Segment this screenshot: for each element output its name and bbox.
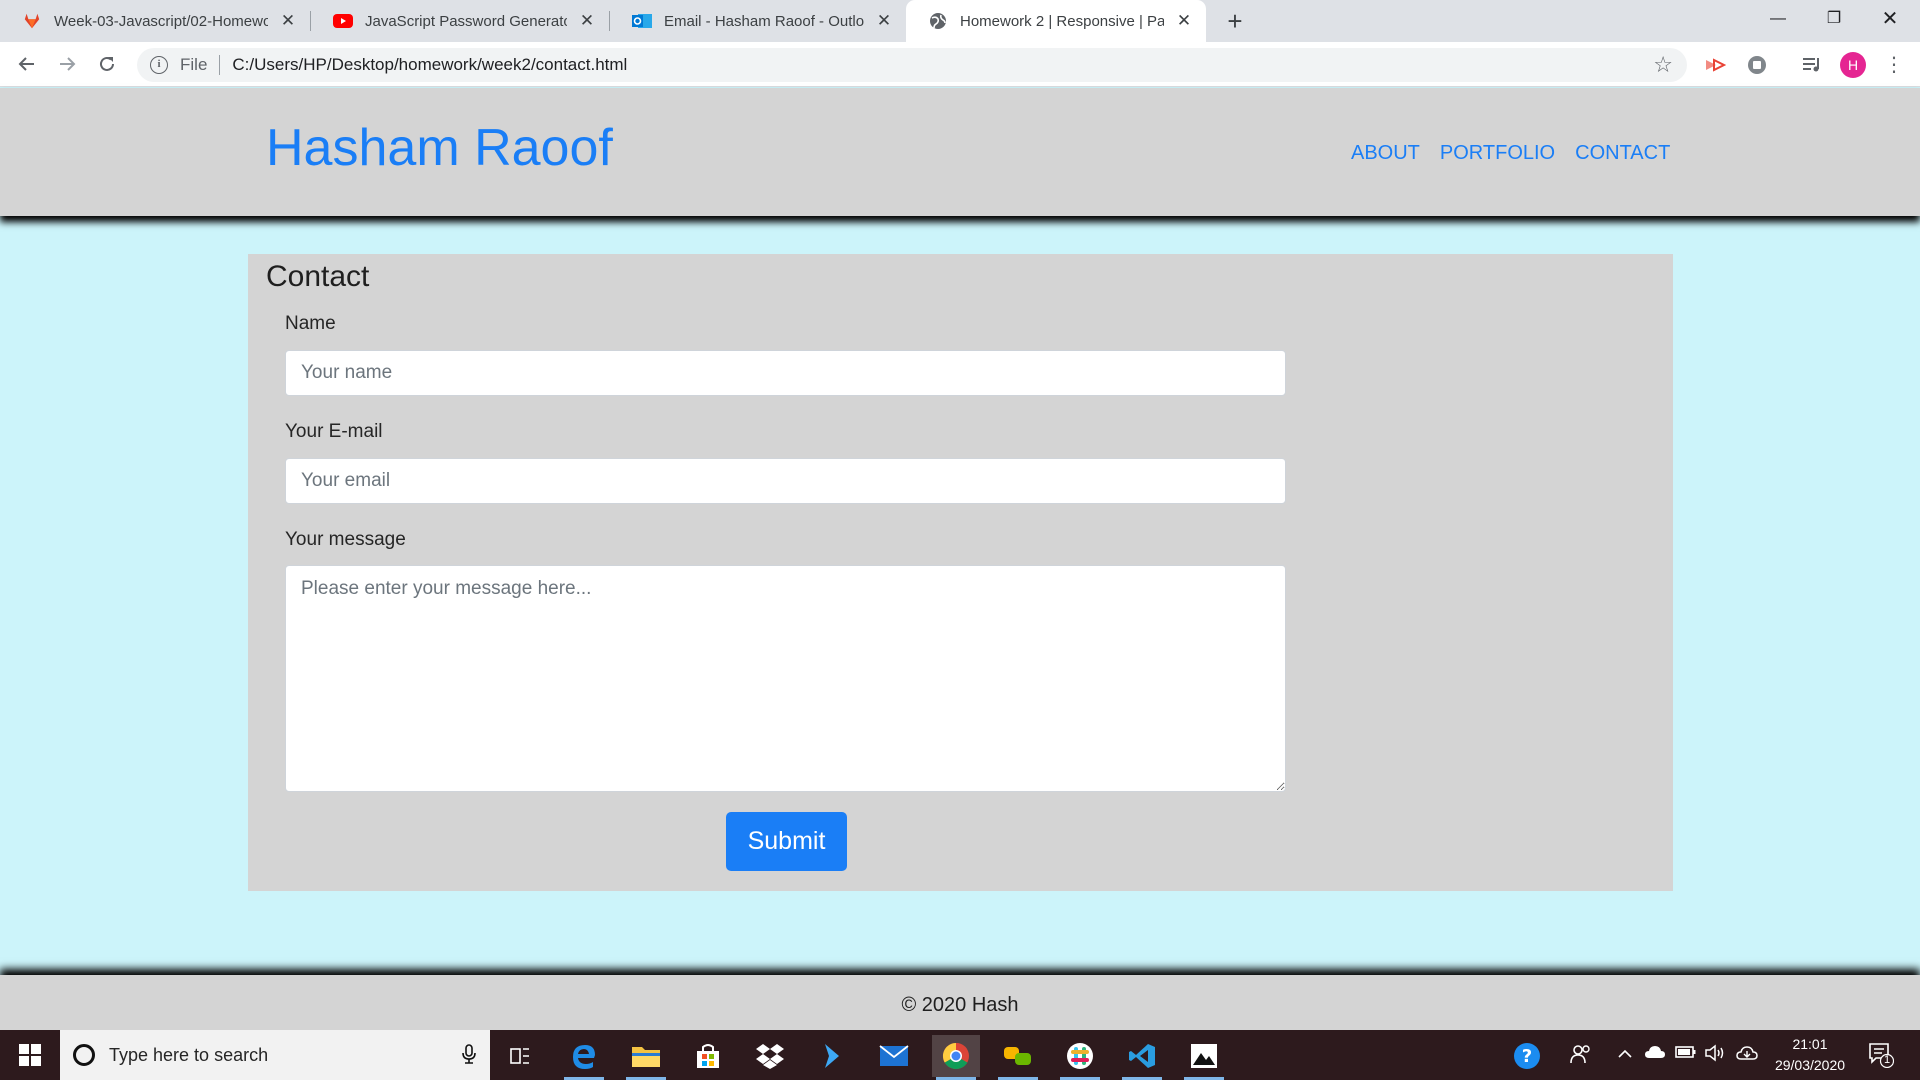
new-tab-button[interactable]: + <box>1220 6 1250 36</box>
email-input[interactable] <box>285 458 1286 504</box>
taskbar-clock[interactable]: 21:01 29/03/2020 <box>1770 1034 1850 1076</box>
show-hidden-icons-chevron-icon[interactable] <box>1617 1044 1633 1069</box>
tab-title: JavaScript Password Generator - <box>365 12 567 30</box>
name-input[interactable] <box>285 350 1286 396</box>
browser-toolbar: i File C:/Users/HP/Desktop/homework/week… <box>0 42 1920 87</box>
message-label: Your message <box>285 529 406 550</box>
close-tab-icon[interactable]: ✕ <box>874 11 894 31</box>
svg-text:?: ? <box>1522 1046 1532 1067</box>
browser-menu-icon[interactable]: ⋮ <box>1882 50 1906 80</box>
tab-title: Week-03-Javascript/02-Homewo <box>54 12 268 30</box>
task-view-icon[interactable] <box>496 1035 544 1077</box>
tab-gitlab[interactable]: Week-03-Javascript/02-Homewo ✕ <box>0 0 310 42</box>
submit-button[interactable]: Submit <box>726 812 847 871</box>
tab-title: Email - Hasham Raoof - Outlook <box>664 12 864 30</box>
extension-cast-icon[interactable] <box>1703 53 1727 77</box>
reload-button[interactable] <box>91 48 123 80</box>
nav-link-contact[interactable]: CONTACT <box>1575 142 1670 165</box>
site-nav: ABOUT PORTFOLIO CONTACT <box>1351 142 1670 165</box>
tab-homework-active[interactable]: Homework 2 | Responsive | Page ✕ <box>906 0 1206 42</box>
name-label: Name <box>285 313 336 334</box>
minimize-button[interactable]: — <box>1750 0 1806 38</box>
clock-date: 29/03/2020 <box>1774 1057 1846 1073</box>
site-header: Hasham Raoof ABOUT PORTFOLIO CONTACT <box>0 88 1920 216</box>
media-queue-icon[interactable] <box>1800 53 1824 77</box>
back-button[interactable] <box>11 48 43 80</box>
clock-time: 21:01 <box>1792 1036 1828 1052</box>
nav-link-portfolio[interactable]: PORTFOLIO <box>1440 142 1555 165</box>
globe-icon <box>928 11 948 31</box>
battery-icon[interactable] <box>1675 1044 1697 1064</box>
start-button[interactable] <box>0 1030 60 1080</box>
mail-icon[interactable] <box>870 1035 918 1077</box>
slack-icon[interactable] <box>1056 1035 1104 1080</box>
dropbox-icon[interactable] <box>746 1035 794 1077</box>
file-explorer-icon[interactable] <box>622 1035 670 1080</box>
site-footer: © 2020 Hash <box>0 975 1920 1030</box>
close-tab-icon[interactable]: ✕ <box>278 11 298 31</box>
restore-button[interactable]: ❐ <box>1806 0 1862 38</box>
url-text: C:/Users/HP/Desktop/homework/week2/conta… <box>232 55 628 74</box>
taskbar-search-box[interactable]: Type here to search <box>60 1030 490 1080</box>
close-window-button[interactable]: ✕ <box>1862 0 1918 38</box>
site-brand[interactable]: Hasham Raoof <box>266 118 613 178</box>
contact-heading: Contact <box>266 260 370 293</box>
extension-shield-icon[interactable] <box>1745 53 1769 77</box>
forward-button[interactable] <box>51 48 83 80</box>
tab-outlook[interactable]: Email - Hasham Raoof - Outlook ✕ <box>610 0 906 42</box>
volume-icon[interactable] <box>1704 1044 1726 1067</box>
people-icon[interactable] <box>1570 1044 1592 1069</box>
reload-icon <box>100 56 114 71</box>
address-separator <box>219 55 221 75</box>
contact-card: Contact Name Your E-mail Your message Su… <box>248 254 1673 891</box>
windows-taskbar: Type here to search ? 21:01 29/03/2020 1 <box>0 1030 1920 1080</box>
address-bar[interactable]: i File C:/Users/HP/Desktop/homework/week… <box>137 48 1687 82</box>
tab-title: Homework 2 | Responsive | Page <box>960 12 1164 30</box>
email-label: Your E-mail <box>285 421 383 442</box>
profile-avatar[interactable]: H <box>1840 52 1866 78</box>
info-icon[interactable]: i <box>150 56 168 74</box>
notification-count: 1 <box>1884 1054 1891 1066</box>
edge-icon[interactable] <box>560 1035 608 1080</box>
onedrive-cloud-icon[interactable] <box>1644 1044 1666 1065</box>
message-textarea[interactable] <box>285 565 1286 792</box>
action-center-icon[interactable]: 1 <box>1868 1042 1895 1069</box>
taskbar-search-placeholder: Type here to search <box>109 1044 269 1065</box>
scheme-label: File <box>180 55 208 74</box>
vscode-icon[interactable] <box>1118 1035 1166 1080</box>
cortana-icon <box>73 1044 95 1066</box>
network-cloud-icon[interactable] <box>1736 1044 1758 1067</box>
close-tab-icon[interactable]: ✕ <box>1174 11 1194 31</box>
microphone-icon[interactable] <box>462 1044 476 1069</box>
microsoft-store-icon[interactable] <box>684 1035 732 1077</box>
gitlab-icon <box>22 11 42 31</box>
visual-studio-icon[interactable] <box>808 1035 856 1077</box>
tab-youtube[interactable]: JavaScript Password Generator - ✕ <box>311 0 609 42</box>
forward-arrow-icon <box>60 57 76 71</box>
help-icon[interactable]: ? <box>1513 1042 1541 1075</box>
close-tab-icon[interactable]: ✕ <box>577 11 597 31</box>
photos-icon[interactable] <box>1180 1035 1228 1080</box>
chrome-icon[interactable] <box>932 1035 980 1080</box>
bookmark-star-icon[interactable]: ☆ <box>1653 52 1673 78</box>
browser-tab-strip: Week-03-Javascript/02-Homewo ✕ JavaScrip… <box>0 0 1920 42</box>
outlook-icon <box>632 11 652 31</box>
teams-chat-icon[interactable] <box>994 1035 1042 1080</box>
youtube-icon <box>333 11 353 31</box>
windows-logo-icon <box>19 1044 41 1066</box>
nav-link-about[interactable]: ABOUT <box>1351 142 1420 165</box>
back-arrow-icon <box>18 57 34 71</box>
